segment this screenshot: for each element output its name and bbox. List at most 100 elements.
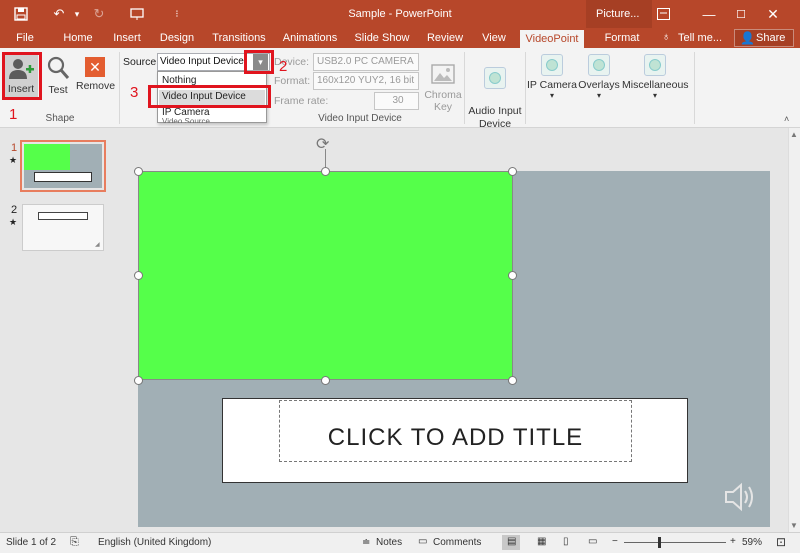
vertical-scrollbar[interactable]: ▲ ▼: [788, 128, 800, 532]
undo-dropdown-icon[interactable]: ▾: [68, 5, 86, 23]
status-bar: Slide 1 of 2 ⎘ English (United Kingdom) …: [0, 532, 800, 553]
annotation-number-1: 1: [9, 106, 18, 123]
group-separator: [119, 52, 120, 124]
ip-camera-icon: [541, 54, 563, 76]
test-button[interactable]: Test: [42, 52, 74, 100]
notes-button[interactable]: Notes: [376, 537, 402, 548]
slide-counter: Slide 1 of 2: [6, 537, 57, 548]
remove-x-icon: ✕: [85, 57, 105, 77]
fit-to-window-icon[interactable]: ⊡: [776, 535, 786, 549]
miscellaneous-icon: [644, 54, 666, 76]
resize-handle-ml[interactable]: [134, 271, 143, 280]
resize-handle-tr[interactable]: [508, 167, 517, 176]
overlays-button[interactable]: Overlays ▾: [578, 52, 620, 112]
notes-icon: ≐: [362, 537, 371, 548]
tab-home[interactable]: Home: [58, 28, 98, 48]
collapse-ribbon-icon[interactable]: ˄: [784, 114, 789, 124]
source-select-value: Video Input Device: [160, 56, 244, 67]
share-button[interactable]: Share: [756, 32, 785, 44]
tab-file[interactable]: File: [6, 28, 44, 48]
title-bar: ↶ ▾ ↻ ⁝ Sample - PowerPoint Picture... —…: [0, 0, 800, 28]
share-user-icon: 👤: [740, 31, 755, 45]
source-label: Source: [123, 56, 157, 68]
annotation-number-2: 2: [279, 58, 288, 75]
slide-sorter-icon[interactable]: ▦: [537, 536, 546, 547]
annotation-box-dropdown: [244, 50, 274, 74]
start-slideshow-icon[interactable]: [128, 5, 146, 23]
spellcheck-icon[interactable]: ⎘: [70, 536, 79, 549]
save-icon[interactable]: [12, 5, 30, 23]
slideshow-view-icon[interactable]: ▭: [588, 536, 597, 547]
speaker-icon[interactable]: [724, 482, 758, 515]
tab-videopoint[interactable]: VideoPoint: [520, 30, 584, 48]
undo-icon[interactable]: ↶: [50, 5, 68, 23]
comments-button[interactable]: Comments: [433, 537, 481, 548]
annotation-box-option: [148, 85, 271, 108]
ribbon: Insert Test ✕ Remove Shape Source Video …: [0, 48, 800, 130]
resize-handle-br[interactable]: [508, 376, 517, 385]
resize-handle-bc[interactable]: [321, 376, 330, 385]
tab-transitions[interactable]: Transitions: [210, 28, 268, 48]
video-shape-placeholder[interactable]: [138, 171, 513, 380]
close-icon[interactable]: ✕: [764, 5, 782, 23]
minimize-icon[interactable]: —: [700, 5, 718, 23]
shape-group-label: Shape: [45, 113, 75, 124]
tab-view[interactable]: View: [476, 28, 512, 48]
zoom-out-icon[interactable]: −: [612, 536, 618, 547]
zoom-in-icon[interactable]: +: [730, 536, 736, 547]
thumbnail-number: 1: [11, 142, 18, 154]
video-input-group-label: Video Input Device: [318, 113, 402, 124]
rotate-handle-icon[interactable]: ⟳: [316, 134, 329, 154]
language-indicator[interactable]: English (United Kingdom): [98, 537, 211, 548]
audio-input-device-button[interactable]: Audio Input Device: [467, 52, 523, 130]
restore-icon[interactable]: ☐: [732, 5, 750, 23]
group-separator: [464, 52, 465, 124]
tab-animations[interactable]: Animations: [280, 28, 340, 48]
chroma-key-button[interactable]: Chroma Key: [423, 52, 463, 113]
overlays-icon: [588, 54, 610, 76]
ribbon-display-icon[interactable]: [654, 5, 672, 23]
tab-slide-show[interactable]: Slide Show: [353, 28, 411, 48]
remove-button[interactable]: ✕ Remove: [76, 52, 115, 100]
zoom-level[interactable]: 59%: [742, 537, 762, 548]
animation-star-icon: ★: [9, 155, 18, 165]
resize-handle-tl[interactable]: [134, 167, 143, 176]
resize-handle-tc[interactable]: [321, 167, 330, 176]
tab-review[interactable]: Review: [424, 28, 466, 48]
slide-thumbnail-1[interactable]: [20, 140, 106, 192]
comments-icon: ▭: [418, 536, 428, 547]
slide-thumbnail-2[interactable]: ◢: [22, 204, 104, 251]
hidden-group-label: Video Source: [162, 117, 210, 123]
annotation-number-3: 3: [130, 84, 139, 101]
customize-toolbar-icon[interactable]: ⁝: [168, 5, 186, 23]
animation-star-icon: ★: [9, 217, 18, 227]
format-label: Format:: [274, 75, 311, 87]
redo-icon[interactable]: ↻: [90, 5, 108, 23]
audio-input-icon: [484, 67, 506, 89]
zoom-slider-thumb[interactable]: [658, 537, 661, 548]
magnifier-icon: [47, 56, 70, 79]
miscellaneous-button[interactable]: Miscellaneous ▾: [622, 52, 689, 112]
resize-handle-bl[interactable]: [134, 376, 143, 385]
format-select[interactable]: 160x120 YUY2, 16 bit: [313, 72, 419, 90]
tell-me-input[interactable]: Tell me...: [678, 32, 722, 44]
tab-design[interactable]: Design: [156, 28, 198, 48]
tab-format[interactable]: Format: [597, 28, 647, 48]
chroma-key-icon: [431, 64, 455, 84]
resize-handle-mr[interactable]: [508, 271, 517, 280]
framerate-select[interactable]: 30: [374, 92, 419, 110]
annotation-box-insert: [2, 52, 42, 100]
lightbulb-icon: ♁: [662, 31, 671, 43]
window-title: Sample - PowerPoint: [348, 8, 452, 20]
tab-insert[interactable]: Insert: [108, 28, 146, 48]
thumbnail-number: 2: [11, 204, 18, 216]
framerate-label: Frame rate:: [274, 95, 329, 107]
title-placeholder-text: CLICK TO ADD TITLE: [327, 424, 584, 451]
reading-view-icon[interactable]: ▯: [563, 536, 569, 547]
ip-camera-button[interactable]: IP Camera ▾: [527, 52, 577, 112]
group-separator: [694, 52, 695, 124]
device-select[interactable]: USB2.0 PC CAMERA: [313, 53, 419, 71]
context-tab-title: Picture...: [596, 8, 640, 20]
group-separator: [525, 52, 526, 124]
zoom-slider[interactable]: [624, 542, 726, 543]
